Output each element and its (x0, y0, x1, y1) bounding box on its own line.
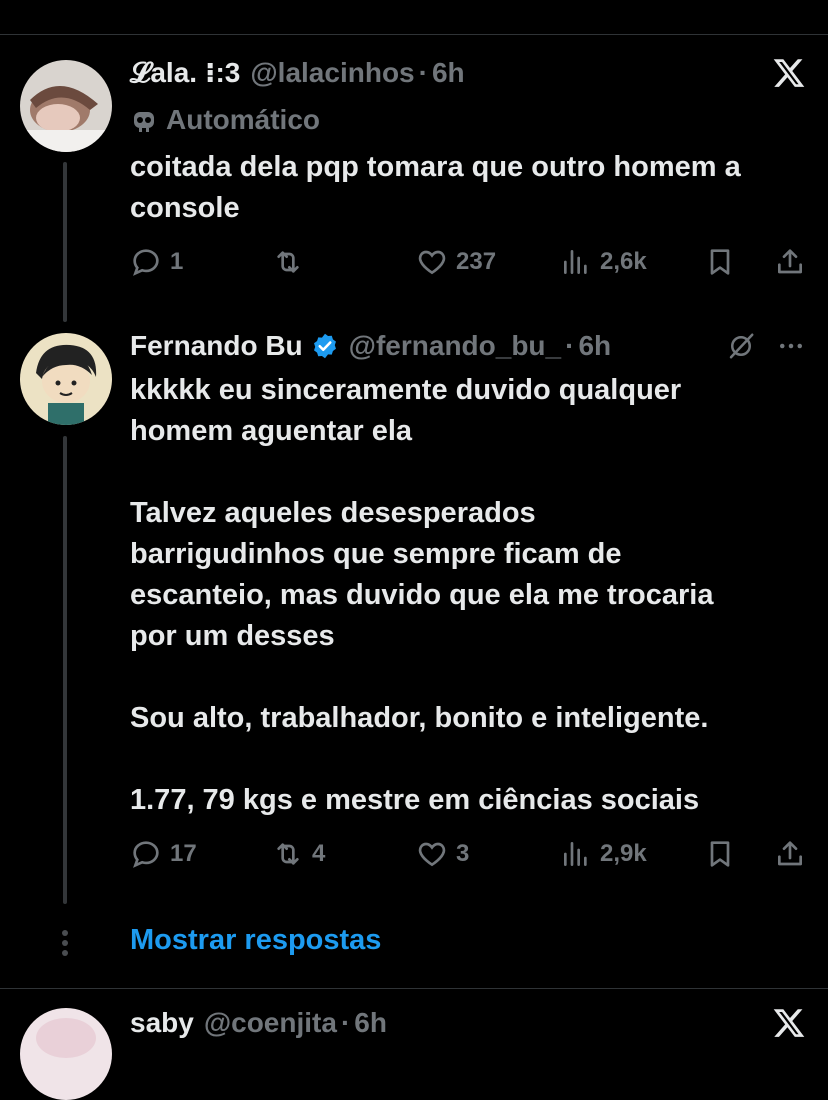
handle[interactable]: @coenjita (204, 1007, 337, 1039)
bookmark-icon (710, 841, 730, 867)
reply-count: 17 (170, 840, 197, 867)
action-bar: 17 4 3 2,9k (130, 838, 810, 878)
like-button[interactable]: 237 (416, 246, 496, 278)
timestamp[interactable]: 6h (578, 330, 611, 362)
avatar[interactable] (20, 333, 112, 425)
more-replies-dot (62, 940, 68, 946)
bookmark-icon (710, 249, 730, 275)
views-icon (564, 250, 587, 274)
reply-button[interactable]: 17 (130, 838, 197, 870)
automated-text: Automático (166, 104, 320, 135)
thread-line (63, 162, 67, 322)
tweet-header: 𝓛ala. ⁝:3 @lalacinhos · 6h (130, 54, 465, 92)
share-button[interactable] (774, 838, 806, 870)
retweet-button[interactable] (272, 246, 312, 278)
thread-line (63, 436, 67, 904)
reply-button[interactable]: 1 (130, 246, 183, 278)
tweet-line: Talvez aqueles desesperados (130, 497, 536, 529)
more-replies-dot (62, 930, 68, 936)
handle[interactable]: @fernando_bu_ (349, 330, 561, 362)
share-icon (778, 249, 802, 274)
bookmark-button[interactable] (704, 246, 736, 278)
retweet-icon (277, 251, 299, 273)
heart-icon (418, 250, 446, 275)
grok-icon[interactable] (726, 331, 756, 361)
action-bar: 1 237 2,6k (130, 246, 810, 286)
handle[interactable]: @lalacinhos (250, 57, 414, 89)
timestamp[interactable]: 6h (354, 1007, 387, 1039)
top-divider (0, 34, 828, 35)
more-options-icon[interactable] (776, 331, 806, 361)
tweet-line: coitada dela pqp tomara que outro homem … (130, 151, 741, 183)
view-count: 2,6k (600, 248, 647, 275)
share-button[interactable] (774, 246, 806, 278)
reply-icon (133, 841, 159, 868)
heart-icon (418, 842, 446, 867)
retweet-icon (277, 843, 299, 865)
x-logo-icon[interactable] (772, 56, 806, 90)
separator: · (340, 1007, 351, 1038)
bookmark-button[interactable] (704, 838, 736, 870)
avatar[interactable] (20, 60, 112, 152)
avatar[interactable] (20, 1008, 112, 1100)
reply-count: 1 (170, 248, 184, 275)
bottom-divider (0, 988, 828, 989)
tweet-line: barrigudinhos que sempre ficam de (130, 538, 622, 570)
tweet-text: coitada dela pqp tomara que outro homem … (130, 147, 810, 229)
view-count: 2,9k (600, 840, 647, 867)
automated-label: Automático (130, 102, 320, 138)
separator: · (565, 330, 575, 361)
views-button[interactable]: 2,9k (560, 838, 647, 870)
tweet-text: kkkkk eu sinceramente duvido qualquer ho… (130, 370, 810, 821)
x-logo-icon[interactable] (772, 1006, 806, 1040)
tweet-line: console (130, 192, 240, 224)
tweet-line: por um desses (130, 620, 335, 652)
tweet-line: 1.77, 79 kgs e mestre em ciências sociai… (130, 784, 700, 816)
more-replies-dot (62, 950, 68, 956)
tweet-line: homem aguentar ela (130, 415, 413, 447)
views-icon (564, 842, 587, 866)
separator: · (418, 57, 428, 88)
like-count: 237 (456, 248, 497, 275)
display-name[interactable]: saby (130, 1007, 194, 1039)
like-button[interactable]: 3 (416, 838, 469, 870)
tweet-header: saby @coenjita · 6h (130, 1004, 387, 1042)
like-count: 3 (456, 840, 470, 867)
display-name[interactable]: Fernando Bu (130, 330, 303, 362)
robot-icon (134, 112, 154, 132)
retweet-count: 4 (312, 840, 326, 867)
views-button[interactable]: 2,6k (560, 246, 647, 278)
share-icon (778, 841, 802, 866)
timestamp[interactable]: 6h (432, 57, 465, 89)
tweet-line: kkkkk eu sinceramente duvido qualquer (130, 374, 682, 406)
tweet-line: escanteio, mas duvido que ela me trocari… (130, 579, 714, 611)
reply-icon (133, 249, 159, 276)
display-name[interactable]: 𝓛ala. ⁝:3 (130, 56, 240, 90)
tweet-header: Fernando Bu @fernando_bu_ · 6h (130, 327, 611, 365)
show-replies-link[interactable]: Mostrar respostas (130, 924, 381, 957)
verified-badge-icon (313, 333, 336, 359)
retweet-button[interactable]: 4 (272, 838, 325, 870)
tweet-line: Sou alto, trabalhador, bonito e intelige… (130, 702, 709, 734)
